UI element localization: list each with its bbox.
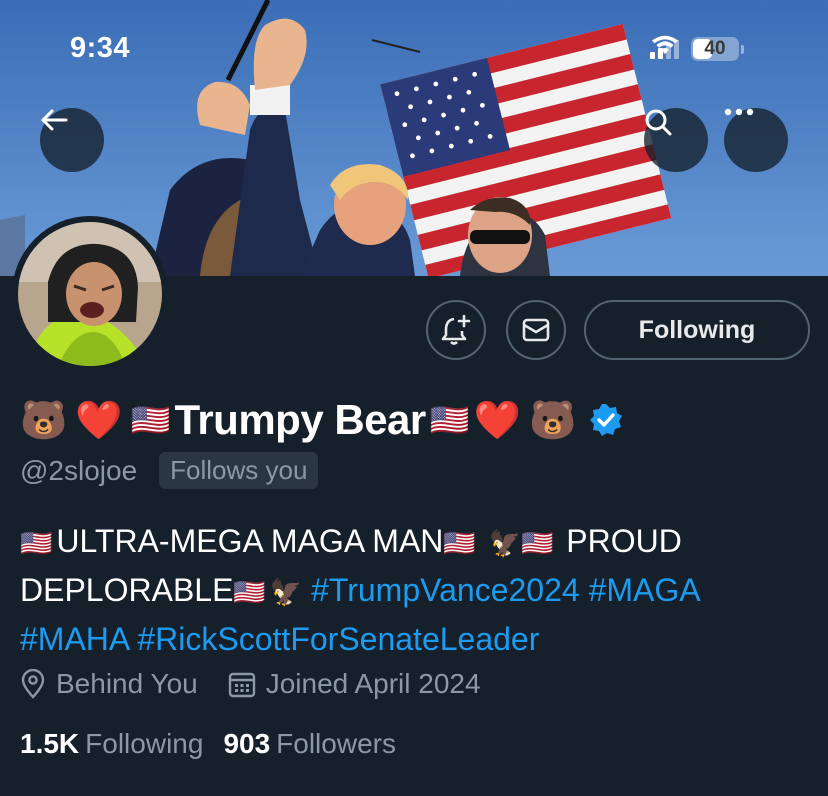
- hashtag-link[interactable]: #TrumpVance2024: [311, 572, 580, 608]
- us-flag-emoji: 🇺🇸: [130, 401, 171, 439]
- bear-emoji: 🐻: [528, 397, 577, 442]
- hashtag-link[interactable]: #RickScottForSenateLeader: [137, 621, 539, 657]
- user-handle: @2slojoe: [20, 454, 138, 486]
- us-flag-emoji: 🇺🇸: [233, 578, 266, 608]
- more-button[interactable]: [724, 108, 788, 172]
- calendar-icon: [228, 672, 255, 698]
- profile-meta: Behind You Joined April 2024: [20, 668, 481, 700]
- followers-count: 903: [223, 728, 271, 759]
- following-button[interactable]: Following: [584, 300, 810, 360]
- location: Behind You: [20, 668, 198, 700]
- following-label: Following: [85, 728, 204, 759]
- join-date: Joined April 2024: [228, 668, 481, 700]
- status-time: 9:34: [70, 32, 131, 64]
- display-name: Trumpy Bear: [174, 396, 427, 443]
- us-flag-emoji: 🇺🇸: [20, 529, 53, 559]
- location-text: Behind You: [56, 668, 198, 699]
- follow-stats: 1.5K Following 903 Followers: [20, 728, 396, 760]
- heart-emoji: ❤️: [473, 397, 521, 442]
- followers-stat[interactable]: 903 Followers: [223, 728, 396, 760]
- bell-plus-icon: [441, 314, 471, 345]
- envelope-icon: [522, 318, 550, 342]
- us-flag-emoji: 🇺🇸: [521, 529, 554, 559]
- more-icon: [724, 108, 754, 116]
- profile-bio: 🇺🇸 ULTRA-MEGA MAGA MAN🇺🇸 🦅🇺🇸 PROUD DEPLOR…: [20, 518, 810, 662]
- display-name-row: 🐻 ❤️ 🇺🇸 Trumpy Bear 🇺🇸 ❤️ 🐻: [20, 392, 624, 448]
- handle-row: @2slojoe Follows you: [20, 452, 319, 489]
- followers-label: Followers: [276, 728, 396, 759]
- message-button[interactable]: [506, 300, 566, 360]
- back-button[interactable]: [40, 108, 104, 172]
- wifi-icon: [652, 35, 678, 54]
- bear-emoji: 🐻: [20, 397, 68, 442]
- bio-text: PROUD: [566, 523, 682, 559]
- following-stat[interactable]: 1.5K Following: [20, 728, 203, 760]
- battery-icon: 40: [691, 37, 739, 61]
- verified-badge-icon[interactable]: [588, 402, 624, 438]
- battery-percent: 40: [704, 38, 726, 59]
- join-date-text: Joined April 2024: [265, 668, 481, 699]
- eagle-emoji: 🦅: [488, 529, 522, 559]
- follows-you-badge: Follows you: [159, 452, 319, 489]
- heart-emoji: ❤️: [75, 397, 123, 442]
- eagle-emoji: 🦅: [269, 578, 303, 608]
- hashtag-link[interactable]: #MAHA: [20, 621, 128, 657]
- hashtag-link[interactable]: #MAGA: [589, 572, 701, 608]
- us-flag-emoji: 🇺🇸: [443, 529, 476, 559]
- bio-text: DEPLORABLE: [20, 572, 234, 608]
- notifications-button[interactable]: [426, 300, 486, 360]
- bio-text: ULTRA-MEGA MAGA MAN: [56, 523, 444, 559]
- following-count: 1.5K: [20, 728, 80, 759]
- avatar-image: [18, 222, 162, 366]
- search-icon: [645, 109, 672, 136]
- status-icons: 40: [650, 34, 744, 64]
- arrow-left-icon: [41, 109, 68, 131]
- avatar[interactable]: [12, 216, 168, 372]
- search-button[interactable]: [644, 108, 708, 172]
- location-pin-icon: [21, 669, 45, 699]
- us-flag-emoji: 🇺🇸: [429, 401, 470, 439]
